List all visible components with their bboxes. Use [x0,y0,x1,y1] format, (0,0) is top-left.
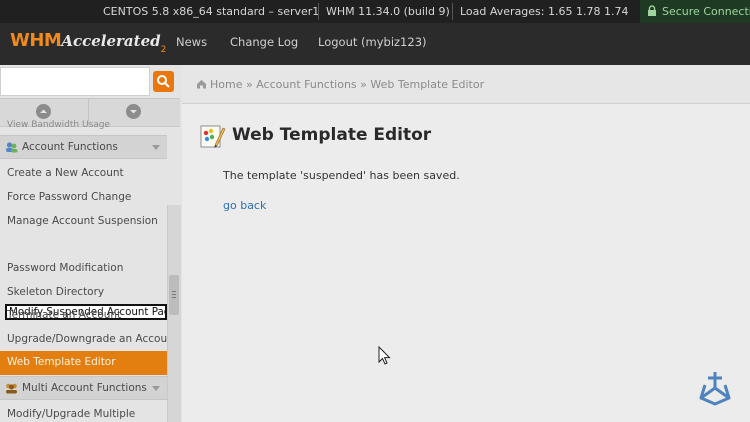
section-label: Multi Account Functions [22,382,147,394]
scroll-down-button[interactable] [124,102,144,122]
page-title: Web Template Editor [232,125,432,145]
sidebar-item-create-account[interactable]: Create a New Account [7,167,124,179]
mouse-cursor-icon [378,346,391,365]
whm-logo[interactable]: WHMAccelerated2 [10,30,166,58]
sidebar-section-account-functions[interactable]: Account Functions [0,135,167,159]
chevron-down-icon [152,145,160,150]
watermark-logo-icon [699,372,731,406]
sidebar-item-label: Web Template Editor [7,356,116,368]
sidebar-item-force-password-change[interactable]: Force Password Change [7,191,131,203]
breadcrumb-home[interactable]: Home [210,78,242,91]
sidebar-item-manage-account-suspension[interactable]: Manage Account Suspension [7,215,158,227]
chevron-up-icon [36,104,51,119]
breadcrumb-current: Web Template Editor [370,78,485,91]
breadcrumb: Home » Account Functions » Web Template … [196,78,484,91]
sidebar-item-modify-upgrade-multiple[interactable]: Modify/Upgrade Multiple [7,408,135,420]
logo-accelerated-text: Accelerated [61,32,161,50]
home-icon [197,80,206,89]
section-label: Account Functions [22,141,118,153]
sidebar-search-input[interactable] [0,67,150,96]
secure-connection-label: Secure Connectio [662,5,750,18]
breadcrumb-separator: » [360,78,367,91]
breadcrumb-account-functions[interactable]: Account Functions [256,78,356,91]
sidebar-item-terminate-account[interactable]: Terminate an Account [7,309,121,321]
nav-logout[interactable]: Logout (mybiz123) [318,35,427,49]
breadcrumb-bar: Home » Account Functions » Web Template … [182,65,750,104]
nav-change-log[interactable]: Change Log [230,35,298,49]
logo-version-text: 2 [160,45,167,55]
server-status-bar: CENTOS 5.8 x86_64 standard – server1 WHM… [0,0,750,23]
nav-news[interactable]: News [176,35,207,49]
sidebar-item-web-template-editor[interactable]: Web Template Editor [0,351,167,375]
sidebar-item-password-modification[interactable]: Password Modification [7,262,123,274]
header: WHMAccelerated2 News Change Log Logout (… [0,23,750,65]
status-divider [318,3,319,20]
search-button[interactable] [153,71,174,92]
chevron-down-icon [152,386,160,391]
status-divider [452,3,453,20]
server-os-info: CENTOS 5.8 x86_64 standard – server1 [103,5,320,18]
sidebar-item-view-bandwidth-usage[interactable]: View Bandwidth Usage [7,120,110,130]
sidebar-item-skeleton-directory[interactable]: Skeleton Directory [7,286,104,298]
sidebar-section-multi-account-functions[interactable]: Multi Account Functions [0,376,167,400]
template-editor-icon [200,125,226,148]
sidebar-scrollbar[interactable] [167,205,181,422]
secure-connection-badge: Secure Connectio [640,0,750,23]
chevron-down-icon [126,104,141,119]
save-confirmation-message: The template 'suspended' has been saved. [223,169,460,182]
load-averages: Load Averages: 1.65 1.78 1.74 [460,5,629,18]
users-icon [6,142,18,153]
multi-users-icon [6,383,17,394]
sidebar-item-upgrade-downgrade-account[interactable]: Upgrade/Downgrade an Account [7,333,178,345]
lock-icon [648,5,656,16]
search-icon [157,75,170,88]
whm-version: WHM 11.34.0 (build 9) [326,5,450,18]
breadcrumb-separator: » [245,78,253,91]
go-back-link[interactable]: go back [223,199,266,212]
scroll-up-button[interactable] [34,102,54,122]
scrollbar-thumb[interactable] [169,275,179,315]
main-content: Web Template Editor The template 'suspen… [182,104,750,422]
logo-whm-text: WHM [10,30,62,51]
sidebar: View Bandwidth Usage Account Functions C… [0,65,182,422]
